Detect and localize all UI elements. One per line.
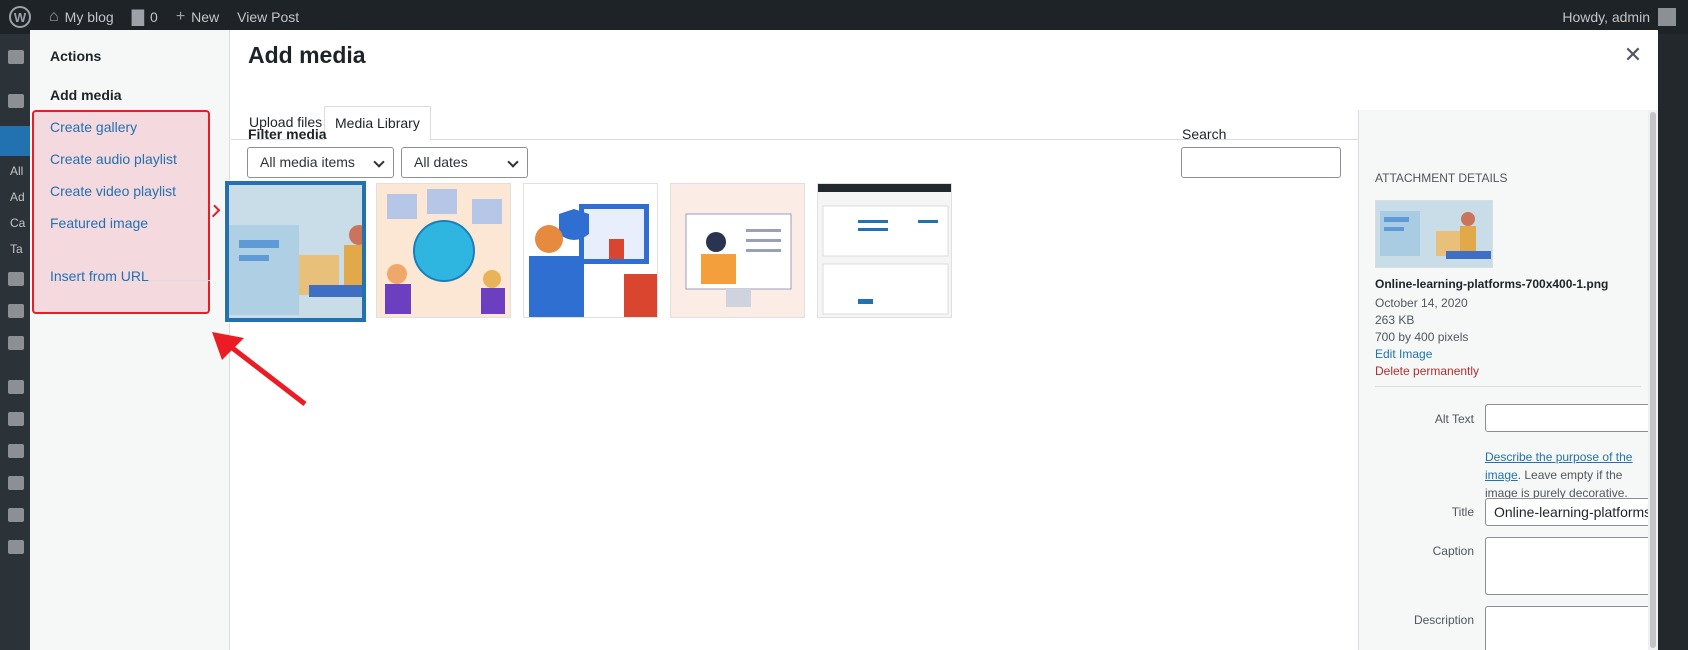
filter-media-label: Filter media	[248, 126, 327, 142]
details-scrollbar[interactable]	[1648, 110, 1658, 650]
howdy-user[interactable]: Howdy, admin	[1562, 9, 1650, 25]
attachment-thumbnail-5[interactable]	[817, 183, 952, 318]
edit-image-link[interactable]: Edit Image	[1375, 347, 1432, 361]
wordpress-icon: W	[9, 6, 31, 28]
caption-label: Caption	[1432, 544, 1474, 558]
alt-text-help: Describe the purpose of the image. Leave…	[1485, 448, 1655, 502]
admin-menu-item-categories[interactable]: Ca	[10, 216, 25, 230]
menu-item-create-audio-playlist[interactable]: Create audio playlist	[50, 151, 177, 167]
tools-icon[interactable]	[8, 476, 24, 490]
date-filter-value: All dates	[414, 154, 468, 170]
attachment-file-size: 263 KB	[1375, 313, 1415, 327]
attachment-filename: Online-learning-platforms-700x400-1.png	[1375, 277, 1609, 291]
scrollbar-thumb[interactable]	[1650, 112, 1656, 648]
wp-logo-menu[interactable]: W	[0, 0, 40, 34]
admin-bar: W ⌂ My blog ▇ 0 + New View Post Howdy, a…	[0, 0, 1688, 34]
media-menu: Actions Add media Create gallery Create …	[30, 30, 230, 650]
admin-menu-item-all[interactable]: All	[10, 164, 23, 178]
details-divider	[1375, 386, 1641, 387]
attachment-image-4	[671, 184, 804, 317]
title-label: Title	[1451, 505, 1474, 519]
annotation-arrow	[212, 332, 307, 406]
attachment-details-heading: ATTACHMENT DETAILS	[1375, 171, 1508, 185]
date-filter[interactable]: All dates	[401, 147, 528, 178]
posts-icon[interactable]	[8, 94, 24, 108]
attachment-dimensions: 700 by 400 pixels	[1375, 330, 1469, 344]
comment-icon: ▇	[131, 9, 145, 26]
description-textarea[interactable]	[1485, 606, 1657, 650]
chevron-down-icon	[507, 156, 519, 168]
users-icon[interactable]	[8, 444, 24, 458]
close-icon[interactable]: ✕	[1620, 42, 1646, 68]
pages-icon[interactable]	[8, 304, 24, 318]
site-name-link[interactable]: ⌂ My blog	[40, 0, 123, 34]
new-content-link[interactable]: + New	[167, 0, 228, 34]
attachment-image-3	[524, 184, 657, 317]
attachment-image-5	[818, 184, 951, 317]
avatar[interactable]	[1658, 8, 1676, 26]
plugins-icon[interactable]	[8, 412, 24, 426]
admin-menu-item-tags[interactable]: Ta	[10, 242, 23, 256]
attachment-image-2	[377, 184, 510, 317]
attachment-thumbnail-1[interactable]	[224, 180, 367, 323]
admin-side-menu: All Ad Ca Ta	[0, 34, 30, 650]
title-input[interactable]: Online-learning-platforms-700x400-1	[1485, 498, 1657, 526]
attachment-thumbnail-2[interactable]	[376, 183, 511, 318]
alt-text-input[interactable]	[1485, 404, 1657, 432]
chevron-down-icon	[373, 156, 385, 168]
settings-icon[interactable]	[8, 508, 24, 522]
attachment-thumbnail-3[interactable]	[523, 183, 658, 318]
media-type-filter[interactable]: All media items	[247, 147, 394, 178]
attachment-preview-image	[1376, 201, 1492, 267]
view-post-link[interactable]: View Post	[228, 0, 308, 34]
alt-text-label: Alt Text	[1434, 412, 1474, 426]
comments-count: 0	[150, 9, 158, 25]
search-input[interactable]	[1181, 147, 1341, 178]
delete-permanently-link[interactable]: Delete permanently	[1375, 364, 1479, 378]
attachment-preview	[1375, 200, 1493, 268]
new-label: New	[191, 9, 220, 25]
media-type-filter-value: All media items	[260, 154, 355, 170]
appearance-icon[interactable]	[8, 380, 24, 394]
attachment-details-panel: ATTACHMENT DETAILS Online-learning-platf…	[1358, 110, 1658, 650]
site-name: My blog	[64, 9, 114, 25]
media-icon[interactable]	[8, 272, 24, 286]
menu-item-create-video-playlist[interactable]: Create video playlist	[50, 183, 176, 199]
attachment-image-1	[229, 185, 362, 318]
menu-item-create-gallery[interactable]: Create gallery	[50, 119, 137, 135]
menu-item-featured-image[interactable]: Featured image	[50, 215, 148, 231]
admin-menu-active	[0, 126, 30, 156]
modal-title: Add media	[248, 42, 366, 68]
attachment-date: October 14, 2020	[1375, 296, 1468, 310]
comments-icon[interactable]	[8, 336, 24, 350]
dashboard-icon[interactable]	[8, 50, 24, 64]
home-icon: ⌂	[49, 8, 59, 25]
menu-item-insert-from-url[interactable]: Insert from URL	[50, 268, 149, 284]
collapse-icon[interactable]	[8, 540, 24, 554]
admin-menu-item-add[interactable]: Ad	[10, 190, 25, 204]
description-label: Description	[1413, 613, 1474, 627]
comments-link[interactable]: ▇ 0	[123, 0, 167, 34]
caption-textarea[interactable]	[1485, 537, 1657, 595]
attachment-thumbnail-4[interactable]	[670, 183, 805, 318]
search-label: Search	[1182, 126, 1227, 142]
menu-heading: Actions	[50, 48, 102, 64]
menu-item-add-media[interactable]: Add media	[50, 87, 122, 103]
plus-icon: +	[175, 8, 186, 25]
tab-media-library[interactable]: Media Library	[324, 106, 431, 141]
